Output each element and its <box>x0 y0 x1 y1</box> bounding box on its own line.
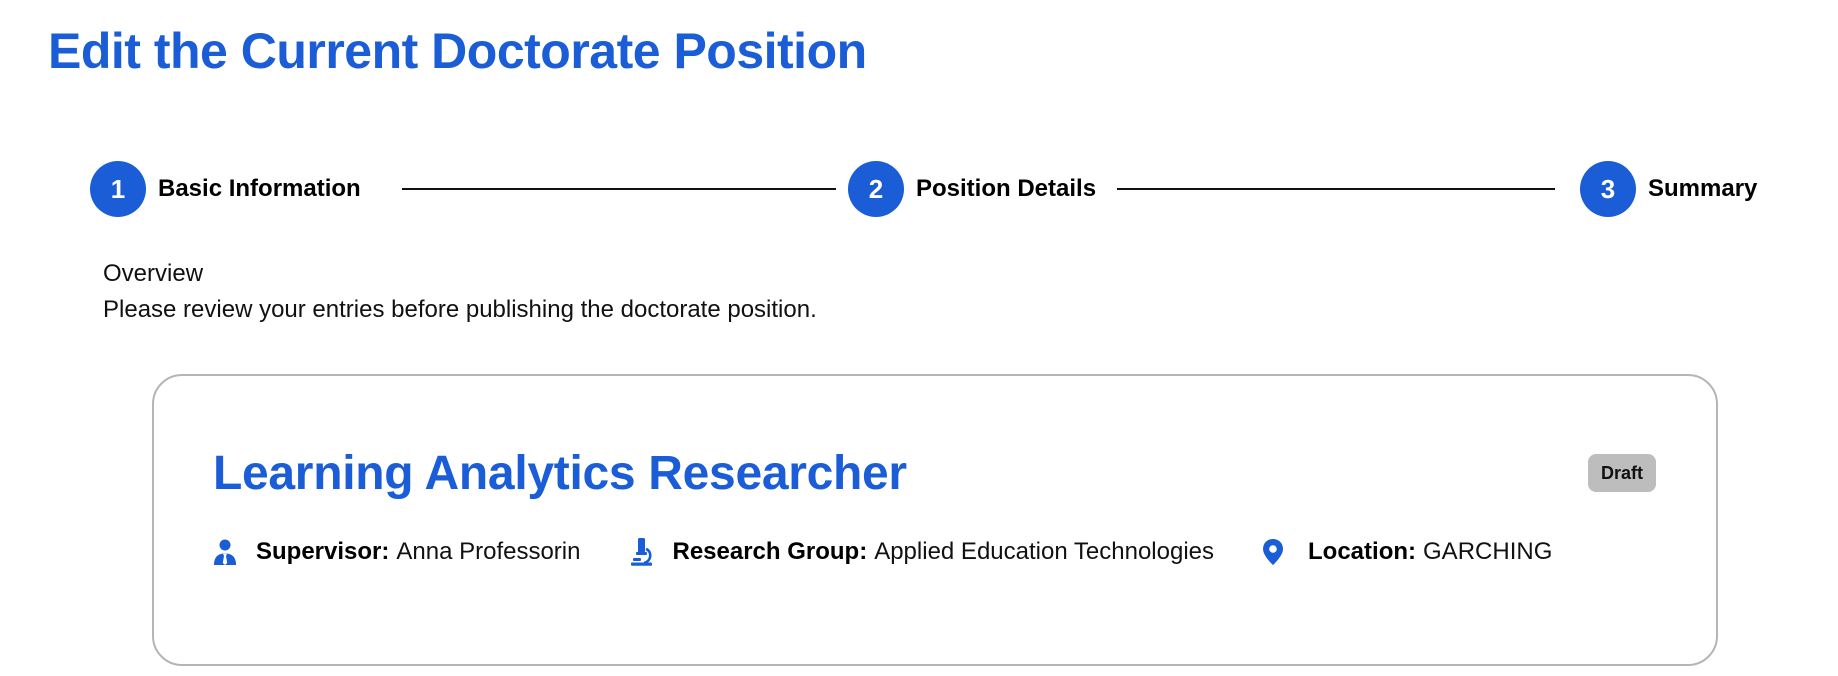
microscope-icon <box>628 537 654 567</box>
step-label: Basic Information <box>158 175 361 202</box>
position-summary-card: Learning Analytics Researcher Draft Supe… <box>152 374 1718 666</box>
step-number-badge: 1 <box>90 161 146 217</box>
step-connector-line <box>1117 188 1555 190</box>
person-icon <box>212 537 238 567</box>
position-meta-row: Supervisor: Anna Professorin Research Gr… <box>212 536 1552 568</box>
step-label: Summary <box>1648 175 1758 202</box>
position-title: Learning Analytics Researcher <box>213 447 907 500</box>
step-connector-line <box>402 188 836 190</box>
location-label: Location: <box>1308 538 1417 565</box>
overview-heading: Overview <box>103 260 204 287</box>
research-group-info: Research Group: Applied Education Techno… <box>628 537 1214 567</box>
overview-section: Overview Please review your entries befo… <box>103 256 817 328</box>
stepper: 1 Basic Information 2 Position Details 3… <box>90 161 1770 217</box>
overview-description: Please review your entries before publis… <box>103 296 817 323</box>
supervisor-label: Supervisor: <box>256 538 390 565</box>
step-number-badge: 2 <box>848 161 904 217</box>
location-pin-icon <box>1260 537 1286 567</box>
status-badge: Draft <box>1587 454 1656 492</box>
step-number-badge: 3 <box>1580 161 1636 217</box>
page: Edit the Current Doctorate Position 1 Ba… <box>0 0 1838 676</box>
page-title: Edit the Current Doctorate Position <box>48 23 867 79</box>
research-group-value: Applied Education Technologies <box>874 538 1215 565</box>
location-value: GARCHING <box>1423 538 1553 565</box>
step-position-details[interactable]: 2 Position Details <box>848 161 1096 217</box>
location-info: Location: GARCHING <box>1260 537 1552 567</box>
supervisor-info: Supervisor: Anna Professorin <box>212 537 580 567</box>
supervisor-value: Anna Professorin <box>396 538 581 565</box>
research-group-label: Research Group: <box>672 538 868 565</box>
step-label: Position Details <box>916 175 1097 202</box>
step-basic-information[interactable]: 1 Basic Information <box>90 161 361 217</box>
step-summary[interactable]: 3 Summary <box>1580 161 1757 217</box>
